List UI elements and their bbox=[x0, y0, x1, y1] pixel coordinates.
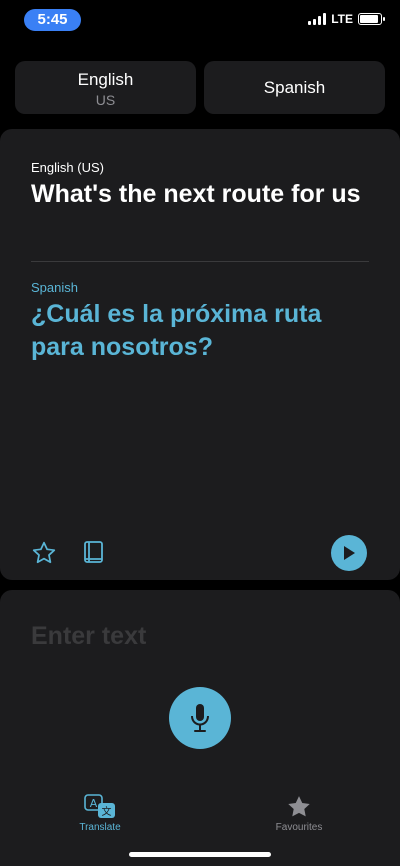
tab-favourites-label: Favourites bbox=[275, 822, 323, 833]
target-language-name: Spanish bbox=[263, 78, 326, 97]
microphone-icon bbox=[191, 704, 209, 732]
translate-icon: A文 bbox=[84, 794, 115, 818]
source-language-region: US bbox=[95, 92, 116, 108]
source-language-name: English bbox=[77, 70, 134, 89]
target-label: Spanish bbox=[31, 280, 78, 295]
svg-text:A: A bbox=[90, 797, 98, 810]
translated-text[interactable]: ¿Cuál es la próxima ruta para nosotros? bbox=[31, 298, 376, 364]
source-label: English (US) bbox=[31, 160, 104, 175]
battery-icon bbox=[358, 13, 385, 25]
svg-text:文: 文 bbox=[102, 805, 112, 818]
status-time: 5:45 bbox=[24, 9, 81, 31]
play-icon bbox=[344, 546, 355, 560]
source-text[interactable]: What's the next route for us bbox=[31, 178, 376, 211]
tab-translate[interactable]: A文 Translate bbox=[60, 794, 140, 833]
book-icon[interactable] bbox=[83, 540, 105, 566]
network-type: LTE bbox=[331, 12, 353, 26]
microphone-button[interactable] bbox=[169, 687, 231, 749]
status-bar: 5:45 LTE bbox=[0, 0, 400, 44]
text-input[interactable] bbox=[31, 622, 371, 651]
star-icon[interactable] bbox=[31, 540, 57, 566]
source-language-button[interactable]: English US bbox=[15, 61, 196, 114]
star-filled-icon bbox=[288, 796, 310, 817]
target-language-button[interactable]: Spanish bbox=[204, 61, 385, 114]
translation-card: English (US) What's the next route for u… bbox=[0, 129, 400, 580]
tab-translate-label: Translate bbox=[79, 822, 121, 833]
status-indicators: LTE bbox=[308, 12, 385, 26]
divider bbox=[31, 261, 369, 262]
play-button[interactable] bbox=[331, 535, 367, 571]
signal-icon bbox=[308, 13, 327, 25]
tab-favourites[interactable]: Favourites bbox=[259, 794, 339, 833]
battery-level bbox=[360, 15, 378, 23]
home-indicator bbox=[129, 852, 271, 857]
input-panel: A文 Translate Favourites bbox=[0, 590, 400, 866]
